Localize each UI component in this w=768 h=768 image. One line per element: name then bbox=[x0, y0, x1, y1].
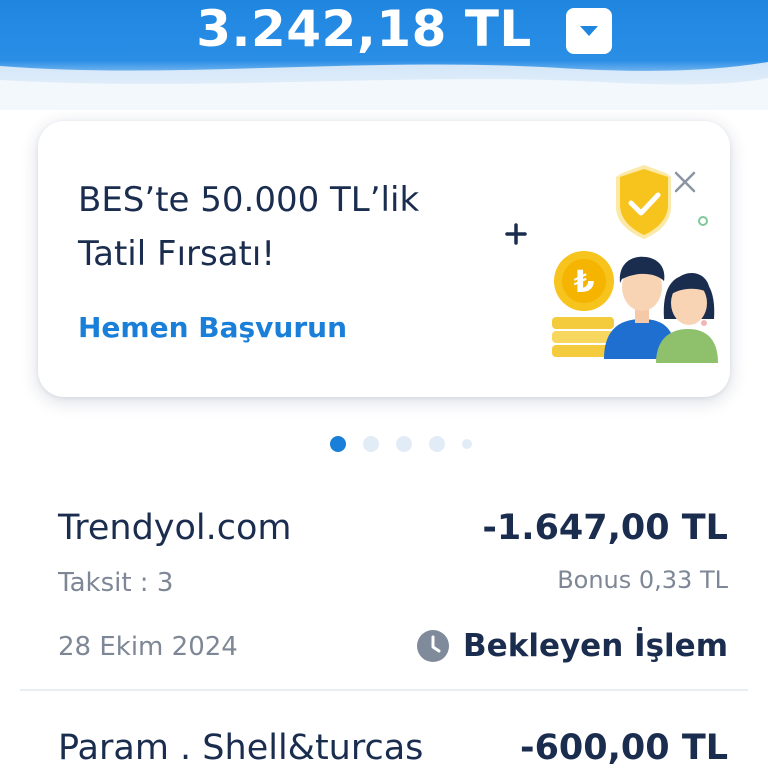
promo-card[interactable]: BES’te 50.000 TL’lik Tatil Fırsatı! Heme… bbox=[38, 121, 730, 397]
header-wave bbox=[0, 62, 768, 110]
carousel-pager bbox=[0, 436, 768, 452]
transaction-merchant: Trendyol.com bbox=[58, 508, 292, 548]
transaction-bonus: Bonus 0,33 TL bbox=[557, 566, 728, 594]
family-savings-illustration: ₺ bbox=[505, 165, 718, 363]
pager-dot-5[interactable] bbox=[462, 439, 472, 449]
promo-title: BES’te 50.000 TL’lik Tatil Fırsatı! bbox=[78, 180, 420, 274]
transaction-installment: Taksit : 3 bbox=[58, 568, 174, 598]
balance-amount: 3.242,18 TL bbox=[196, 0, 532, 58]
transaction-status: Bekleyen İşlem bbox=[417, 628, 728, 664]
promo-apply-link[interactable]: Hemen Başvurun bbox=[78, 311, 347, 344]
chevron-down-icon bbox=[579, 26, 598, 36]
pager-dot-3[interactable] bbox=[396, 436, 412, 452]
transaction-amount: -600,00 TL bbox=[520, 728, 728, 768]
transaction-date: 28 Ekim 2024 bbox=[58, 632, 238, 662]
transaction-status-label: Bekleyen İşlem bbox=[463, 628, 728, 664]
balance-toggle-button[interactable] bbox=[565, 8, 612, 54]
divider bbox=[20, 689, 748, 691]
pager-dot-1[interactable] bbox=[330, 436, 346, 452]
transaction-item[interactable]: Param . Shell&turcas -600,00 TL bbox=[0, 722, 768, 768]
balance-header: 3.242,18 TL bbox=[0, 0, 768, 110]
transaction-merchant: Param . Shell&turcas bbox=[58, 728, 424, 768]
coin-symbol: ₺ bbox=[574, 265, 595, 300]
clock-icon bbox=[417, 630, 450, 662]
pager-dot-4[interactable] bbox=[429, 436, 445, 452]
transaction-item[interactable]: Trendyol.com -1.647,00 TL Taksit : 3 Bon… bbox=[0, 500, 768, 690]
transaction-amount: -1.647,00 TL bbox=[482, 508, 728, 548]
pager-dot-2[interactable] bbox=[363, 436, 379, 452]
balance-row: 3.242,18 TL bbox=[0, 0, 768, 64]
